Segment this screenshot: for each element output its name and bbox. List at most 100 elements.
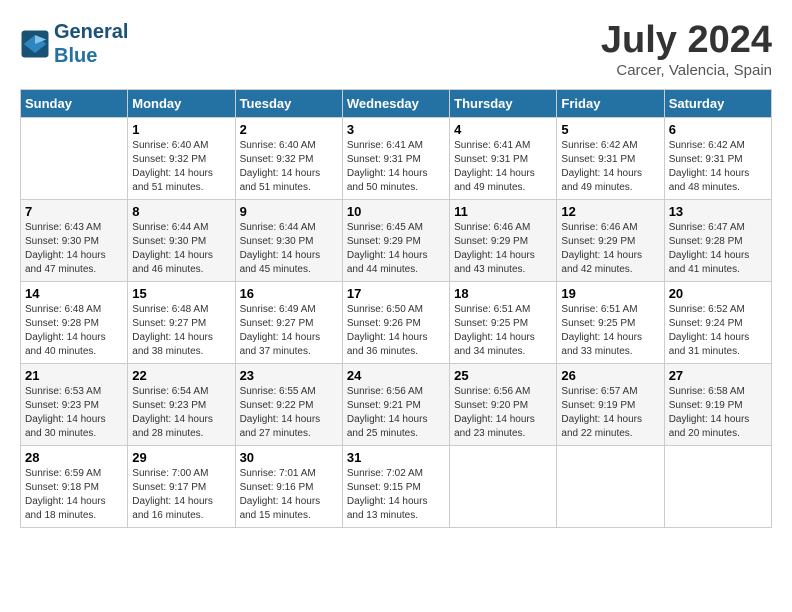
day-info: Sunrise: 6:53 AM Sunset: 9:23 PM Dayligh… — [25, 385, 123, 441]
calendar-cell: 31Sunrise: 7:02 AM Sunset: 9:15 PM Dayli… — [342, 445, 449, 527]
day-info: Sunrise: 6:56 AM Sunset: 9:21 PM Dayligh… — [347, 385, 445, 441]
day-info: Sunrise: 6:51 AM Sunset: 9:25 PM Dayligh… — [454, 303, 552, 359]
day-info: Sunrise: 6:43 AM Sunset: 9:30 PM Dayligh… — [25, 221, 123, 277]
column-header-wednesday: Wednesday — [342, 89, 449, 117]
day-number: 3 — [347, 122, 445, 137]
day-number: 1 — [132, 122, 230, 137]
calendar-cell: 29 Sunrise: 7:00 AM Sunset: 9:17 PM Dayli… — [128, 445, 235, 527]
calendar-cell: 20Sunrise: 6:52 AM Sunset: 9:24 PM Dayli… — [664, 281, 771, 363]
day-info: Sunrise: 6:41 AM Sunset: 9:31 PM Dayligh… — [454, 139, 552, 195]
day-number: 24 — [347, 368, 445, 383]
calendar-cell — [450, 445, 557, 527]
day-info: Sunrise: 6:44 AM Sunset: 9:30 PM Dayligh… — [240, 221, 338, 277]
calendar-cell: 26Sunrise: 6:57 AM Sunset: 9:19 PM Dayli… — [557, 363, 664, 445]
day-info: Sunrise: 6:55 AM Sunset: 9:22 PM Dayligh… — [240, 385, 338, 441]
column-header-thursday: Thursday — [450, 89, 557, 117]
day-number: 25 — [454, 368, 552, 383]
day-number: 7 — [25, 204, 123, 219]
day-number: 17 — [347, 286, 445, 301]
column-header-friday: Friday — [557, 89, 664, 117]
day-info: Sunrise: 7:00 AM Sunset: 9:17 PM Dayligh… — [132, 467, 230, 523]
calendar-cell: 14 Sunrise: 6:48 AM Sunset: 9:28 PM Dayli… — [21, 281, 128, 363]
week-row-5: 28 Sunrise: 6:59 AM Sunset: 9:18 PM Dayli… — [21, 445, 772, 527]
day-info: Sunrise: 6:46 AM Sunset: 9:29 PM Dayligh… — [454, 221, 552, 277]
day-number: 29 — [132, 450, 230, 465]
day-number: 12 — [561, 204, 659, 219]
day-info: Sunrise: 6:42 AM Sunset: 9:31 PM Dayligh… — [669, 139, 767, 195]
logo: General Blue — [20, 20, 128, 68]
day-info: Sunrise: 6:51 AM Sunset: 9:25 PM Dayligh… — [561, 303, 659, 359]
day-info: Sunrise: 6:41 AM Sunset: 9:31 PM Dayligh… — [347, 139, 445, 195]
day-number: 6 — [669, 122, 767, 137]
day-number: 18 — [454, 286, 552, 301]
day-info: Sunrise: 6:40 AM Sunset: 9:32 PM Dayligh… — [132, 139, 230, 195]
calendar-cell: 6 Sunrise: 6:42 AM Sunset: 9:31 PM Daylig… — [664, 117, 771, 199]
calendar-cell: 19 Sunrise: 6:51 AM Sunset: 9:25 PM Dayli… — [557, 281, 664, 363]
day-info: Sunrise: 6:56 AM Sunset: 9:20 PM Dayligh… — [454, 385, 552, 441]
day-number: 22 — [132, 368, 230, 383]
calendar-cell: 18 Sunrise: 6:51 AM Sunset: 9:25 PM Dayli… — [450, 281, 557, 363]
calendar-cell: 9 Sunrise: 6:44 AM Sunset: 9:30 PM Daylig… — [235, 199, 342, 281]
day-number: 14 — [25, 286, 123, 301]
day-number: 10 — [347, 204, 445, 219]
header-row: SundayMondayTuesdayWednesdayThursdayFrid… — [21, 89, 772, 117]
calendar-cell — [21, 117, 128, 199]
day-number: 8 — [132, 204, 230, 219]
day-info: Sunrise: 6:59 AM Sunset: 9:18 PM Dayligh… — [25, 467, 123, 523]
location: Carcer, Valencia, Spain — [601, 62, 772, 79]
day-info: Sunrise: 6:54 AM Sunset: 9:23 PM Dayligh… — [132, 385, 230, 441]
day-info: Sunrise: 7:01 AM Sunset: 9:16 PM Dayligh… — [240, 467, 338, 523]
day-info: Sunrise: 6:48 AM Sunset: 9:28 PM Dayligh… — [25, 303, 123, 359]
calendar-cell: 27 Sunrise: 6:58 AM Sunset: 9:19 PM Dayli… — [664, 363, 771, 445]
day-number: 2 — [240, 122, 338, 137]
calendar-cell: 15Sunrise: 6:48 AM Sunset: 9:27 PM Dayli… — [128, 281, 235, 363]
calendar-cell: 16Sunrise: 6:49 AM Sunset: 9:27 PM Dayli… — [235, 281, 342, 363]
day-info: Sunrise: 6:45 AM Sunset: 9:29 PM Dayligh… — [347, 221, 445, 277]
day-number: 16 — [240, 286, 338, 301]
calendar-cell: 23 Sunrise: 6:55 AM Sunset: 9:22 PM Dayli… — [235, 363, 342, 445]
day-number: 21 — [25, 368, 123, 383]
day-number: 23 — [240, 368, 338, 383]
day-info: Sunrise: 6:52 AM Sunset: 9:24 PM Dayligh… — [669, 303, 767, 359]
logo-icon — [20, 29, 50, 59]
week-row-2: 7 Sunrise: 6:43 AM Sunset: 9:30 PM Daylig… — [21, 199, 772, 281]
calendar-cell: 13Sunrise: 6:47 AM Sunset: 9:28 PM Dayli… — [664, 199, 771, 281]
day-info: Sunrise: 6:47 AM Sunset: 9:28 PM Dayligh… — [669, 221, 767, 277]
column-header-saturday: Saturday — [664, 89, 771, 117]
calendar-cell: 25 Sunrise: 6:56 AM Sunset: 9:20 PM Dayli… — [450, 363, 557, 445]
day-info: Sunrise: 6:42 AM Sunset: 9:31 PM Dayligh… — [561, 139, 659, 195]
day-number: 4 — [454, 122, 552, 137]
calendar-cell: 10 Sunrise: 6:45 AM Sunset: 9:29 PM Dayli… — [342, 199, 449, 281]
calendar-cell: 22 Sunrise: 6:54 AM Sunset: 9:23 PM Dayli… — [128, 363, 235, 445]
calendar-cell: 21 Sunrise: 6:53 AM Sunset: 9:23 PM Dayli… — [21, 363, 128, 445]
calendar-cell: 17Sunrise: 6:50 AM Sunset: 9:26 PM Dayli… — [342, 281, 449, 363]
week-row-4: 21 Sunrise: 6:53 AM Sunset: 9:23 PM Dayli… — [21, 363, 772, 445]
day-number: 5 — [561, 122, 659, 137]
day-number: 30 — [240, 450, 338, 465]
logo-text: General Blue — [54, 20, 128, 68]
column-header-monday: Monday — [128, 89, 235, 117]
day-info: Sunrise: 7:02 AM Sunset: 9:15 PM Dayligh… — [347, 467, 445, 523]
day-number: 11 — [454, 204, 552, 219]
calendar-cell: 2Sunrise: 6:40 AM Sunset: 9:32 PM Daylig… — [235, 117, 342, 199]
day-number: 28 — [25, 450, 123, 465]
calendar-cell: 8 Sunrise: 6:44 AM Sunset: 9:30 PM Daylig… — [128, 199, 235, 281]
column-header-tuesday: Tuesday — [235, 89, 342, 117]
day-info: Sunrise: 6:58 AM Sunset: 9:19 PM Dayligh… — [669, 385, 767, 441]
day-number: 19 — [561, 286, 659, 301]
calendar-cell: 5 Sunrise: 6:42 AM Sunset: 9:31 PM Daylig… — [557, 117, 664, 199]
day-info: Sunrise: 6:44 AM Sunset: 9:30 PM Dayligh… — [132, 221, 230, 277]
calendar-cell: 1 Sunrise: 6:40 AM Sunset: 9:32 PM Daylig… — [128, 117, 235, 199]
calendar-cell — [557, 445, 664, 527]
day-number: 27 — [669, 368, 767, 383]
month-title: July 2024 — [601, 20, 772, 62]
column-header-sunday: Sunday — [21, 89, 128, 117]
day-info: Sunrise: 6:46 AM Sunset: 9:29 PM Dayligh… — [561, 221, 659, 277]
day-number: 9 — [240, 204, 338, 219]
calendar-cell: 11 Sunrise: 6:46 AM Sunset: 9:29 PM Dayli… — [450, 199, 557, 281]
calendar-cell: 28 Sunrise: 6:59 AM Sunset: 9:18 PM Dayli… — [21, 445, 128, 527]
calendar-cell: 4 Sunrise: 6:41 AM Sunset: 9:31 PM Daylig… — [450, 117, 557, 199]
week-row-3: 14 Sunrise: 6:48 AM Sunset: 9:28 PM Dayli… — [21, 281, 772, 363]
week-row-1: 1 Sunrise: 6:40 AM Sunset: 9:32 PM Daylig… — [21, 117, 772, 199]
day-number: 15 — [132, 286, 230, 301]
